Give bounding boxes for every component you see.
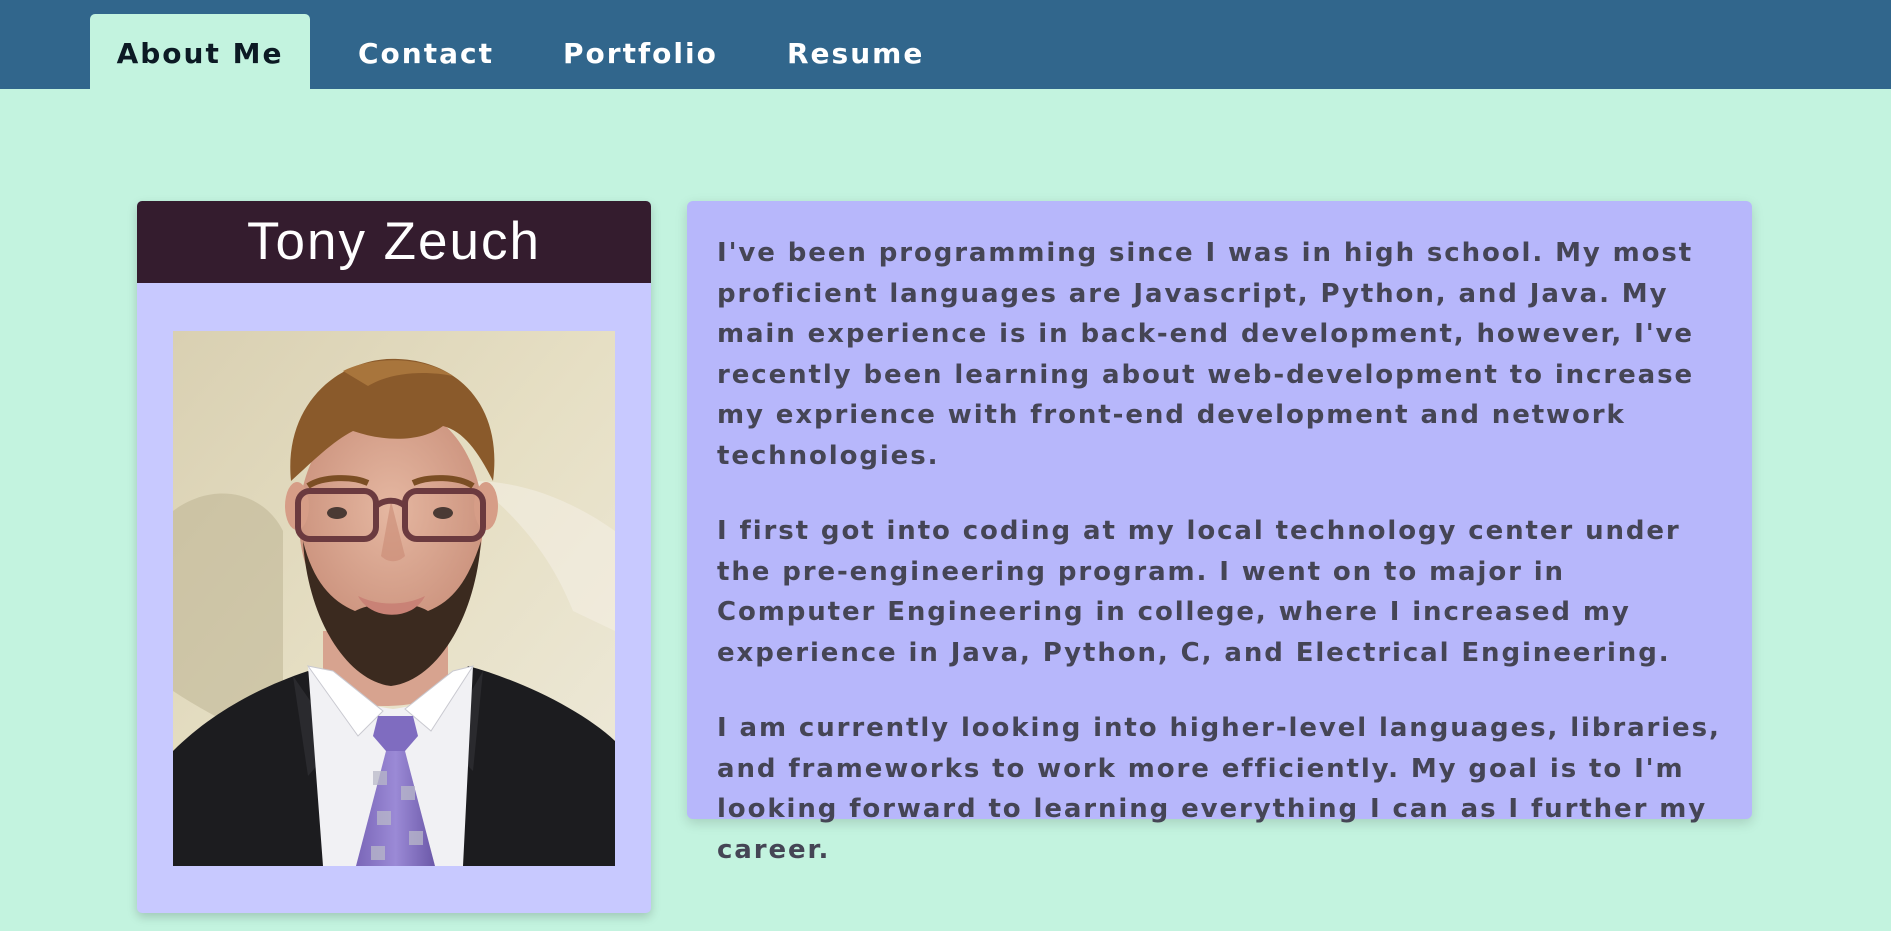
top-navbar: About Me Contact Portfolio Resume <box>0 0 1891 89</box>
tab-portfolio[interactable]: Portfolio <box>563 14 718 89</box>
tab-resume[interactable]: Resume <box>787 14 924 89</box>
tab-contact[interactable]: Contact <box>358 14 494 89</box>
bio-paragraph: I've been programming since I was in hig… <box>717 238 1694 471</box>
bio-panel: I've been programming since I was in hig… <box>687 201 1752 865</box>
bio-paragraph: I am currently looking into higher-level… <box>717 713 1721 865</box>
profile-name: Tony Zeuch <box>137 201 651 283</box>
bio-text: I've been programming since I was in hig… <box>717 233 1727 905</box>
profile-photo <box>173 331 615 866</box>
bio-paragraph: I first got into coding at my local tech… <box>717 516 1681 668</box>
profile-card: Tony Zeuch <box>137 201 651 913</box>
tab-about-me[interactable]: About Me <box>90 14 310 89</box>
